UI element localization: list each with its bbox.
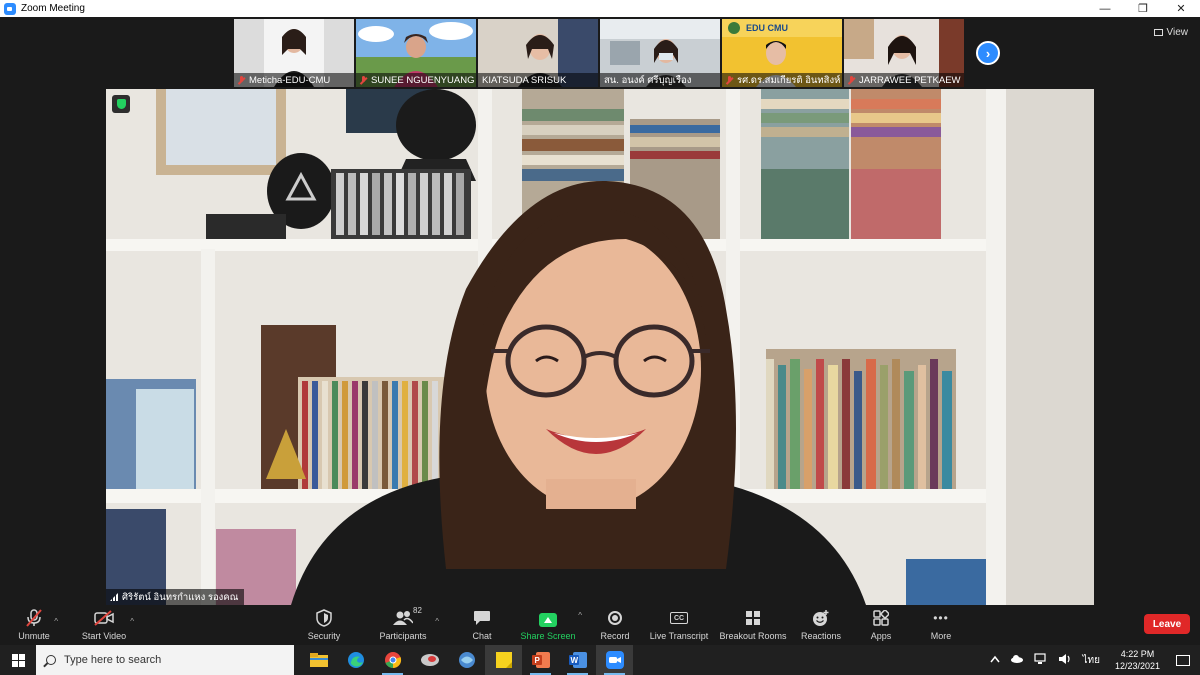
unmute-options-caret-icon[interactable]: ^ bbox=[54, 617, 58, 626]
meeting-controls: ^ Unmute ^ Start Video Security 82 ^ Par… bbox=[0, 605, 1200, 645]
minimize-button[interactable]: — bbox=[1086, 0, 1124, 17]
participant-tile[interactable]: Meticha-EDU-CMU bbox=[234, 19, 354, 87]
participant-tile[interactable]: สน. อนงค์ ศรีบุญเรือง bbox=[600, 19, 720, 87]
speaker-name-label: ศิริรัตน์ อินทรกำแหง รองคณ bbox=[106, 589, 245, 605]
start-button[interactable] bbox=[0, 645, 36, 675]
search-placeholder: Type here to search bbox=[64, 654, 162, 666]
zoom-taskbar-icon[interactable] bbox=[596, 645, 633, 675]
taskbar-clock[interactable]: 4:22 PM 12/23/2021 bbox=[1115, 648, 1160, 672]
breakout-rooms-button[interactable]: Breakout Rooms bbox=[718, 605, 788, 645]
app-icon-5[interactable] bbox=[448, 645, 485, 675]
participants-options-caret-icon[interactable]: ^ bbox=[435, 617, 439, 626]
share-screen-button[interactable]: ^ Share Screen bbox=[518, 605, 582, 645]
leave-meeting-button[interactable]: Leave bbox=[1144, 614, 1190, 634]
more-button[interactable]: ••• More bbox=[926, 605, 956, 645]
windows-taskbar: Type here to search P W ไทย 4:22 PM 12/2… bbox=[0, 645, 1200, 675]
window-controls: — ❐ ✕ bbox=[1086, 0, 1200, 17]
participants-button[interactable]: 82 ^ Participants bbox=[376, 605, 439, 645]
participant-name-label: JARRAWEE PETKAEW bbox=[844, 73, 964, 87]
signal-strength-icon bbox=[110, 593, 118, 601]
edge-browser-icon[interactable] bbox=[337, 645, 374, 675]
closed-caption-icon: CC bbox=[669, 609, 689, 627]
clock-date: 12/23/2021 bbox=[1114, 661, 1160, 671]
meeting-stage: Meticha-EDU-CMU SUNEE NGUENYUANG KIATSUD… bbox=[0, 17, 1200, 605]
app-icon-4[interactable] bbox=[411, 645, 448, 675]
zoom-app-icon bbox=[4, 2, 16, 15]
share-screen-icon bbox=[539, 613, 557, 627]
record-icon bbox=[605, 609, 625, 627]
sticky-notes-icon[interactable] bbox=[485, 645, 522, 675]
window-title: Zoom Meeting bbox=[21, 3, 85, 14]
participant-tile[interactable]: SUNEE NGUENYUANG bbox=[356, 19, 476, 87]
participant-tile[interactable]: JARRAWEE PETKAEW bbox=[844, 19, 964, 87]
mic-muted-icon bbox=[238, 75, 245, 85]
edu-cmu-logo bbox=[728, 22, 740, 34]
edu-cmu-logo-text: EDU CMU bbox=[746, 23, 788, 33]
share-options-caret-icon[interactable]: ^ bbox=[578, 611, 582, 620]
svg-text:W: W bbox=[570, 656, 578, 665]
mic-muted-icon bbox=[726, 75, 733, 85]
word-icon[interactable]: W bbox=[559, 645, 596, 675]
unmute-button[interactable]: ^ Unmute bbox=[14, 605, 58, 645]
participant-tile[interactable]: EDU CMU รศ.ดร.สมเกียรติ อินทสิงห์ bbox=[722, 19, 842, 87]
powerpoint-icon[interactable]: P bbox=[522, 645, 559, 675]
shield-icon bbox=[314, 609, 334, 627]
chat-button[interactable]: Chat bbox=[466, 605, 498, 645]
participant-name-label: KIATSUDA SRISUK bbox=[478, 73, 598, 87]
chevron-right-icon: › bbox=[985, 45, 991, 61]
notification-center-icon[interactable] bbox=[1176, 654, 1190, 666]
participants-icon: 82 ^ bbox=[393, 606, 439, 627]
chrome-browser-icon[interactable] bbox=[374, 645, 411, 675]
participant-name-label: SUNEE NGUENYUANG bbox=[356, 73, 476, 87]
restore-button[interactable]: ❐ bbox=[1124, 0, 1162, 17]
volume-icon[interactable] bbox=[1058, 653, 1072, 668]
network-icon[interactable] bbox=[1034, 652, 1048, 668]
record-button[interactable]: Record bbox=[596, 605, 634, 645]
more-dots-icon: ••• bbox=[933, 611, 949, 625]
svg-text:P: P bbox=[534, 656, 540, 665]
speaker-video-frame bbox=[106, 89, 1094, 605]
apps-button[interactable]: Apps bbox=[866, 605, 896, 645]
smiley-icon bbox=[811, 609, 831, 627]
participant-name-label: สน. อนงค์ ศรีบุญเรือง bbox=[600, 73, 720, 87]
participant-tile[interactable]: KIATSUDA SRISUK bbox=[478, 19, 598, 87]
taskbar-pinned-apps: P W bbox=[300, 645, 633, 675]
input-language-indicator[interactable]: ไทย bbox=[1082, 653, 1099, 668]
apps-icon bbox=[871, 609, 891, 627]
system-tray: ไทย 4:22 PM 12/23/2021 bbox=[985, 645, 1200, 675]
video-off-icon: ^ bbox=[94, 609, 134, 627]
chat-bubble-icon bbox=[472, 609, 492, 627]
chevron-up-icon[interactable] bbox=[990, 655, 1001, 666]
encryption-shield-icon[interactable] bbox=[112, 95, 130, 113]
gallery-strip: Meticha-EDU-CMU SUNEE NGUENYUANG KIATSUD… bbox=[234, 19, 964, 87]
participant-name-label: รศ.ดร.สมเกียรติ อินทสิงห์ bbox=[722, 73, 842, 87]
video-options-caret-icon[interactable]: ^ bbox=[130, 617, 134, 626]
cloud-icon[interactable] bbox=[1010, 654, 1024, 666]
mic-muted-icon: ^ bbox=[24, 609, 58, 627]
live-transcript-button[interactable]: CC Live Transcript bbox=[648, 605, 710, 645]
file-explorer-icon[interactable] bbox=[300, 645, 337, 675]
close-button[interactable]: ✕ bbox=[1162, 0, 1200, 17]
mic-muted-icon bbox=[360, 75, 367, 85]
next-page-button[interactable]: › bbox=[976, 41, 1000, 65]
participants-count: 82 bbox=[413, 606, 422, 615]
participant-name-label: Meticha-EDU-CMU bbox=[234, 73, 354, 87]
windows-logo-icon bbox=[11, 653, 25, 667]
reactions-button[interactable]: Reactions bbox=[800, 605, 842, 645]
window-titlebar: Zoom Meeting — ❐ ✕ bbox=[0, 0, 1200, 17]
view-button[interactable]: View bbox=[1153, 27, 1188, 38]
mic-muted-icon bbox=[848, 75, 855, 85]
taskbar-search-box[interactable]: Type here to search bbox=[36, 645, 294, 675]
start-video-button[interactable]: ^ Start Video bbox=[76, 605, 134, 645]
active-speaker-video[interactable]: ศิริรัตน์ อินทรกำแหง รองคณ bbox=[106, 89, 1094, 605]
clock-time: 4:22 PM bbox=[1120, 649, 1155, 659]
security-button[interactable]: Security bbox=[302, 605, 346, 645]
search-icon bbox=[46, 655, 56, 665]
breakout-rooms-icon bbox=[743, 609, 763, 627]
view-grid-icon bbox=[1153, 29, 1163, 36]
